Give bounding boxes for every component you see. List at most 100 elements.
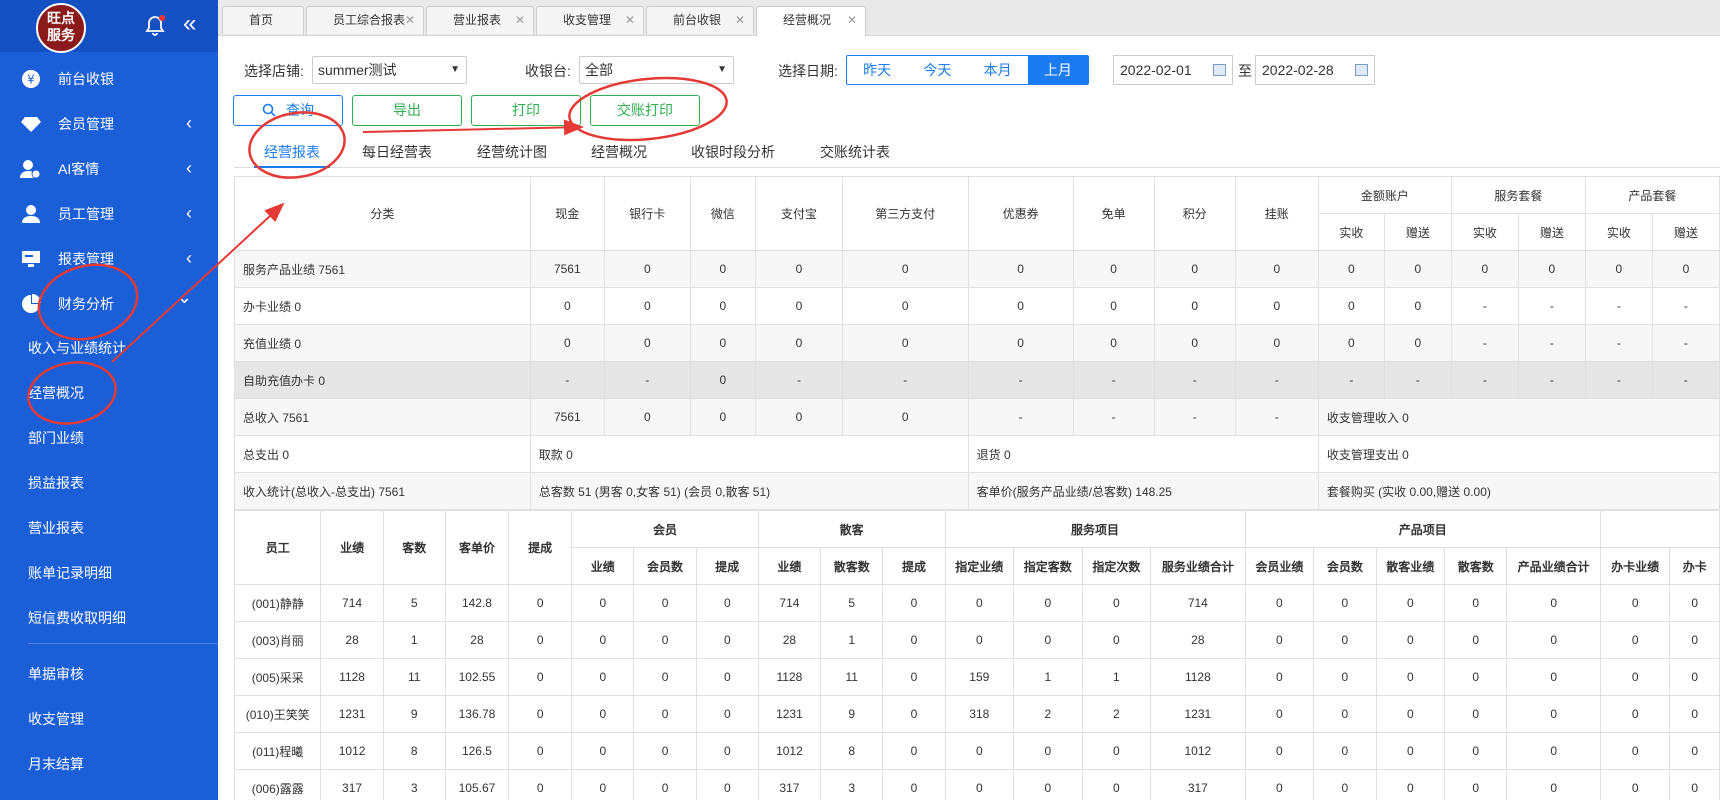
calendar-icon[interactable]	[1355, 64, 1368, 76]
range-yesterday[interactable]: 昨天	[847, 56, 907, 84]
close-icon[interactable]: ✕	[735, 7, 745, 33]
table-cell: 5	[382, 584, 446, 622]
calendar-icon[interactable]	[1213, 64, 1226, 76]
print-button[interactable]: 打印	[471, 95, 581, 126]
summary-cell: 收支管理支出 0	[1317, 435, 1720, 473]
rtab-time-analysis[interactable]: 收银时段分析	[691, 142, 775, 162]
table-cell: 0	[967, 287, 1074, 325]
row-label: 办卡业绩 0	[234, 287, 531, 325]
tab-cashier[interactable]: 前台收银 ✕	[646, 6, 754, 34]
close-icon[interactable]: ✕	[847, 7, 857, 33]
date-label: 选择日期:	[778, 63, 838, 79]
subhead-cell: 散客数	[820, 547, 884, 585]
start-date-input[interactable]: 2022-02-01	[1113, 55, 1233, 85]
table-cell: -	[1450, 324, 1519, 362]
table-cell: 0	[1444, 769, 1508, 800]
submenu-business-report[interactable]: 营业报表	[0, 506, 218, 551]
submenu-department[interactable]: 部门业绩	[0, 416, 218, 461]
range-last-month[interactable]: 上月	[1027, 56, 1088, 84]
logo-line-2: 服务	[47, 28, 75, 44]
shift-print-button[interactable]: 交账打印	[590, 95, 700, 126]
subhead-cell: 会员数	[1313, 547, 1377, 585]
sidebar-item-reports[interactable]: 报表管理 ‹	[0, 236, 218, 281]
store-value: summer测试	[318, 62, 397, 78]
summary-cell: 总客数 51 (男客 0,女客 51) (会员 0,散客 51)	[529, 472, 969, 510]
bell-icon[interactable]	[145, 15, 165, 37]
table-cell: 317	[757, 769, 822, 800]
query-button[interactable]: 查询	[233, 95, 343, 126]
export-button[interactable]: 导出	[352, 95, 462, 126]
subhead-cell: 指定业绩	[944, 547, 1015, 585]
table-cell: -	[1234, 361, 1319, 399]
close-icon[interactable]: ✕	[625, 7, 635, 33]
table-cell: -	[1651, 324, 1720, 362]
table-cell: 2	[1013, 695, 1083, 733]
rtab-chart[interactable]: 经营统计图	[477, 142, 547, 162]
rtab-shift-stats[interactable]: 交账统计表	[820, 142, 890, 162]
tab-label: 营业报表	[453, 13, 502, 27]
table-row: 总收入 7561 7561 0 0 0 0- - - - 收支管理收入 0	[234, 398, 1720, 436]
close-icon[interactable]: ✕	[515, 7, 525, 33]
table-cell: 0	[1013, 732, 1083, 770]
table-cell: 0	[1506, 658, 1601, 696]
sidebar-item-month-end[interactable]: 月末结算	[0, 742, 218, 787]
table-cell: 3	[382, 769, 446, 800]
register-select[interactable]: 全部 ▼	[579, 56, 734, 84]
table-cell: 0	[1317, 324, 1385, 362]
table-cell: 0	[882, 621, 946, 659]
subhead-cell: 产品业绩合计	[1506, 547, 1601, 585]
rtab-overview[interactable]: 经营概况	[591, 142, 647, 162]
table-cell: 0	[841, 324, 969, 362]
user-add-icon	[20, 158, 42, 180]
tab-staff-report[interactable]: 员工综合报表 ✕	[306, 6, 424, 34]
table-cell: 0	[689, 398, 756, 436]
table-cell: 0	[633, 621, 697, 659]
table-cell: 1128	[1150, 658, 1246, 696]
tab-income-expense[interactable]: 收支管理 ✕	[536, 6, 644, 34]
submenu-sms-fees[interactable]: 短信费收取明细	[0, 596, 218, 641]
sidebar-menu: ¥ 前台收银 会员管理 ‹ AI客情 ‹ 员工管理 ‹ 报表管理 ‹ 财务分析 …	[0, 56, 218, 326]
tab-business-report[interactable]: 营业报表 ✕	[426, 6, 534, 34]
table-cell: 0	[508, 584, 573, 622]
store-select[interactable]: summer测试 ▼	[312, 56, 467, 84]
range-today[interactable]: 今天	[907, 56, 967, 84]
table-cell: 0	[754, 398, 843, 436]
table-cell: 0	[944, 621, 1015, 659]
table-cell: 0	[1234, 250, 1319, 288]
collapse-sidebar-icon[interactable]: «	[183, 12, 196, 36]
col-commission: 提成	[508, 510, 573, 585]
brand-logo: 旺点 服务	[36, 3, 86, 53]
report-tabs: 经营报表 每日经营表 经营统计图 经营概况 收银时段分析 交账统计表	[234, 136, 1720, 168]
sidebar-item-income-expense[interactable]: 收支管理	[0, 697, 218, 742]
range-this-month[interactable]: 本月	[968, 56, 1028, 84]
submenu-income-stats[interactable]: 收入与业绩统计	[0, 326, 218, 371]
table-cell: -	[1584, 361, 1653, 399]
table-cell: 9	[820, 695, 884, 733]
sidebar-item-cashier[interactable]: ¥ 前台收银	[0, 56, 218, 101]
table-cell: 0	[944, 732, 1015, 770]
rtab-daily[interactable]: 每日经营表	[362, 142, 432, 162]
sidebar-item-staff[interactable]: 员工管理 ‹	[0, 191, 218, 236]
submenu-profit-loss[interactable]: 损益报表	[0, 461, 218, 506]
rtab-business-report[interactable]: 经营报表	[254, 142, 330, 168]
tab-business-overview[interactable]: 经营概况 ✕	[756, 6, 866, 36]
tab-home[interactable]: 首页	[222, 6, 304, 34]
table-cell: 0	[1651, 250, 1720, 288]
sidebar-item-audit[interactable]: 单据审核	[0, 652, 218, 697]
table-cell: 0	[1081, 584, 1152, 622]
close-icon[interactable]: ✕	[405, 7, 415, 33]
table-cell: 0	[1244, 769, 1315, 800]
submenu-bill-records[interactable]: 账单记录明细	[0, 551, 218, 596]
sidebar-item-finance[interactable]: 财务分析 ⌄	[0, 281, 218, 326]
table-cell: 0	[882, 584, 946, 622]
group-service-package: 服务套餐	[1450, 176, 1586, 214]
sidebar-item-ai-customer[interactable]: AI客情 ‹	[0, 146, 218, 191]
end-date-input[interactable]: 2022-02-28	[1255, 55, 1375, 85]
table-cell: 714	[320, 584, 384, 622]
table-cell: 0	[1669, 732, 1720, 770]
table-cell: 0	[1450, 250, 1519, 288]
submenu-business-overview[interactable]: 经营概况	[0, 371, 218, 416]
sidebar-item-members[interactable]: 会员管理 ‹	[0, 101, 218, 146]
subhead-cell: 会员业绩	[1244, 547, 1315, 585]
table-cell: 317	[320, 769, 384, 800]
